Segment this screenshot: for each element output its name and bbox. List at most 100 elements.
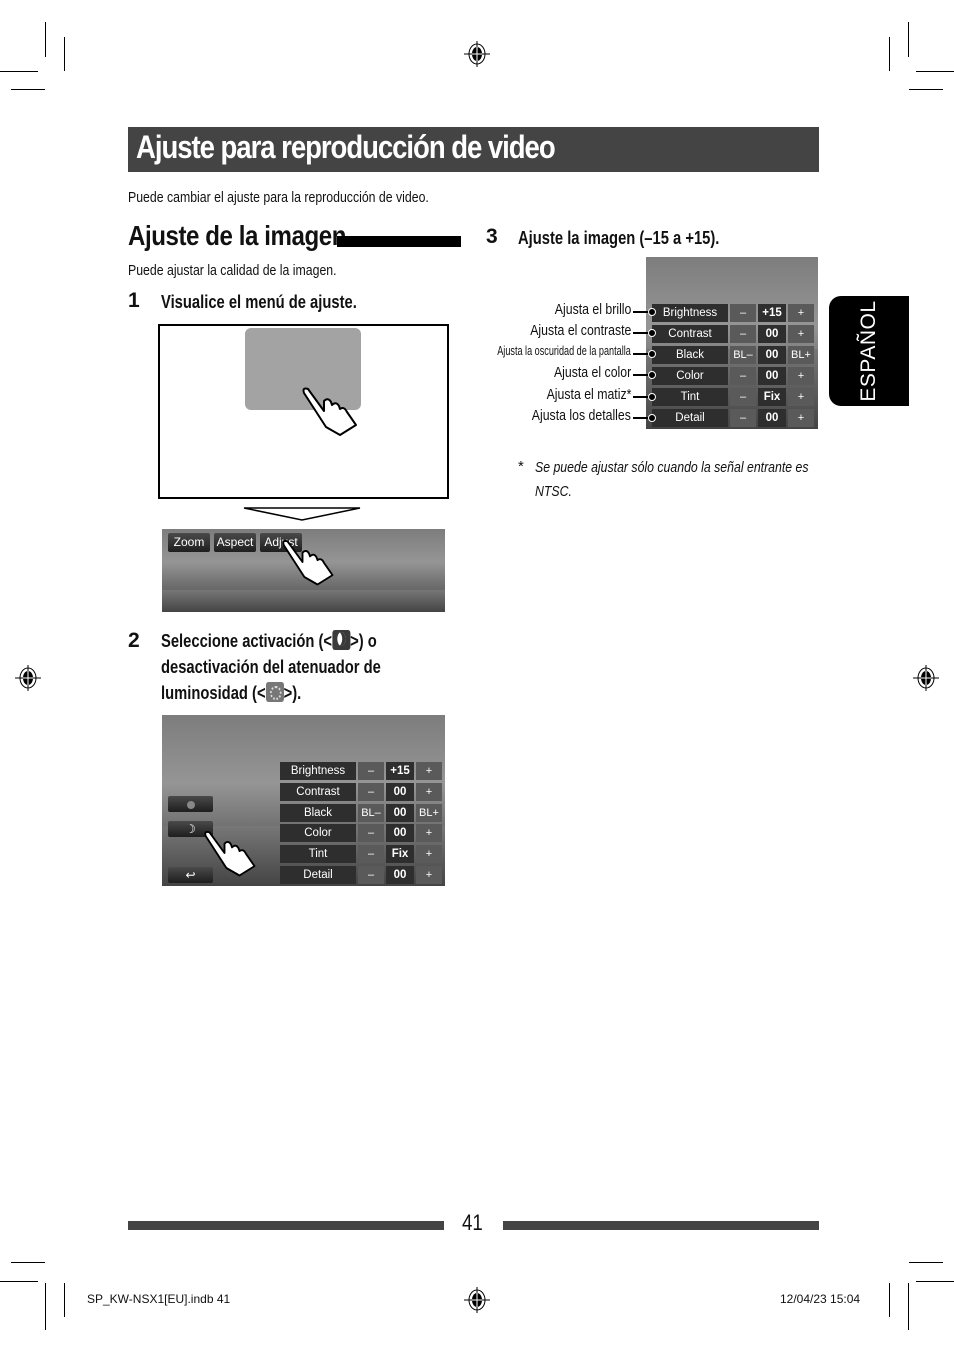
leader-dot	[648, 371, 656, 379]
registration-mark-icon	[464, 1287, 490, 1313]
adjust-row-detail: Detail –00 +	[280, 866, 443, 884]
detail-minus-icon[interactable]: –	[730, 409, 756, 427]
adjust-screen-detail: Brightness – +15 + Contrast –00 + Black BL– 00 BL+…	[646, 257, 818, 429]
adjust-row-tint: Tint – Fix +	[652, 388, 816, 406]
adjust-label: Contrast	[280, 782, 356, 801]
adjust-row-black: Black BL– 00 BL+	[652, 346, 816, 364]
crop-mark	[0, 1281, 38, 1282]
step-text: Visualice el menú de ajuste.	[161, 292, 357, 312]
crop-mark	[916, 1281, 954, 1282]
step-number: 1	[128, 289, 140, 312]
adjust-label: Color	[652, 367, 728, 385]
step-number: 2	[128, 629, 140, 652]
adjust-value: 00	[758, 325, 786, 343]
page-title: Ajuste para reproducción de video	[136, 129, 556, 165]
adjust-label: Color	[280, 824, 356, 843]
zoom-button[interactable]: Zoom	[168, 533, 210, 552]
crop-mark	[0, 71, 38, 72]
crop-mark	[64, 37, 65, 71]
heading-rule	[337, 236, 461, 247]
sun-minus-icon[interactable]: –	[730, 304, 756, 322]
detail-plus-icon[interactable]: +	[416, 866, 442, 884]
footnote-marker: *	[518, 458, 524, 475]
color-minus-icon[interactable]: –	[358, 824, 384, 843]
color-minus-icon[interactable]: –	[730, 367, 756, 385]
black-minus-icon[interactable]: BL–	[358, 803, 384, 822]
color-plus-icon[interactable]: +	[416, 824, 442, 843]
crop-mark	[889, 37, 890, 71]
adjust-value: 00	[386, 803, 414, 822]
sun-minus-icon[interactable]: –	[358, 762, 384, 780]
back-arrow-icon: ↩	[185, 868, 196, 882]
crop-mark	[889, 1283, 890, 1317]
tint-minus-icon[interactable]: –	[358, 845, 384, 864]
registration-mark-icon	[15, 665, 41, 691]
slug-datetime: 12/04/23 15:04	[780, 1292, 861, 1306]
footer-rule	[128, 1221, 444, 1230]
adjust-value: Fix	[758, 388, 786, 406]
dimmer-off-sun-icon	[265, 682, 284, 702]
step-text-part: desactivación del atenuador de	[161, 657, 381, 677]
step-text-part: >).	[283, 683, 302, 703]
aspect-button[interactable]: Aspect	[214, 533, 256, 552]
black-plus-icon[interactable]: BL+	[416, 803, 442, 822]
adjust-label: Contrast	[652, 325, 728, 343]
section-heading: Ajuste de la imagen	[128, 220, 346, 251]
adjust-label: Brightness	[280, 762, 356, 780]
sun-plus-icon[interactable]: +	[416, 762, 442, 780]
tint-plus-icon[interactable]: +	[416, 845, 442, 864]
footnote-text: Se puede ajustar sólo cuando la señal en…	[535, 456, 809, 504]
dimmer-off-button[interactable]	[168, 796, 213, 812]
crop-mark	[909, 89, 943, 90]
adjust-label: Tint	[652, 388, 728, 406]
adjust-value: 00	[386, 866, 414, 884]
detail-minus-icon[interactable]: –	[358, 866, 384, 884]
dimmer-on-moon-icon: ☽	[185, 822, 196, 836]
section-intro: Puede ajustar la calidad de la imagen.	[128, 262, 337, 279]
step-text: Ajuste la imagen (–15 a +15).	[518, 228, 720, 248]
crop-mark	[908, 22, 909, 57]
adjust-label: Brightness	[652, 304, 728, 322]
tint-minus-icon[interactable]: –	[730, 388, 756, 406]
contrast-minus-icon[interactable]: –	[358, 782, 384, 801]
crop-mark	[909, 1262, 943, 1263]
footer-rule	[503, 1221, 819, 1230]
adjust-value: 00	[386, 824, 414, 843]
adjust-row-brightness: Brightness – +15 +	[280, 762, 443, 780]
crop-mark	[11, 89, 45, 90]
crop-mark	[45, 22, 46, 57]
detail-plus-icon[interactable]: +	[788, 409, 814, 427]
callout-label: Ajusta el matiz*	[546, 386, 631, 403]
step-text-part: Seleccione activación (<	[161, 631, 333, 651]
callout-label: Ajusta el color	[553, 364, 631, 381]
page-title-bar: Ajuste para reproducción de video	[128, 127, 819, 172]
adjust-value: Fix	[386, 845, 414, 864]
crop-mark	[908, 1283, 909, 1330]
sun-plus-icon[interactable]: +	[788, 304, 814, 322]
callout-label: Ajusta los detalles	[531, 407, 631, 424]
adjust-value: 00	[758, 346, 786, 364]
adjust-row-color: Color –00 +	[652, 367, 816, 385]
hand-pointer-icon	[282, 539, 334, 586]
callout-label: Ajusta el contraste	[529, 322, 631, 339]
contrast-plus-icon[interactable]: +	[788, 325, 814, 343]
step-text-part: >) o	[350, 631, 377, 651]
callout-label: Ajusta la oscuridad de la pantalla	[497, 343, 631, 358]
adjust-value: +15	[758, 304, 786, 322]
page-number: 41	[462, 1210, 483, 1235]
black-plus-icon[interactable]: BL+	[788, 346, 814, 364]
adjust-label: Black	[280, 803, 356, 822]
adjust-row-color: Color –00 +	[280, 824, 443, 843]
contrast-minus-icon[interactable]: –	[730, 325, 756, 343]
black-minus-icon[interactable]: BL–	[730, 346, 756, 364]
adjust-value: 00	[758, 409, 786, 427]
step-text-part: luminosidad (<	[161, 683, 266, 703]
color-plus-icon[interactable]: +	[788, 367, 814, 385]
footnote-line: Se puede ajustar sólo cuando la señal en…	[535, 459, 809, 476]
language-tab: ESPAÑOL	[829, 296, 909, 406]
adjust-value: 00	[758, 367, 786, 385]
tint-plus-icon[interactable]: +	[788, 388, 814, 406]
hand-pointer-icon	[302, 387, 357, 436]
contrast-plus-icon[interactable]: +	[416, 782, 442, 801]
city-skyline	[162, 590, 445, 612]
